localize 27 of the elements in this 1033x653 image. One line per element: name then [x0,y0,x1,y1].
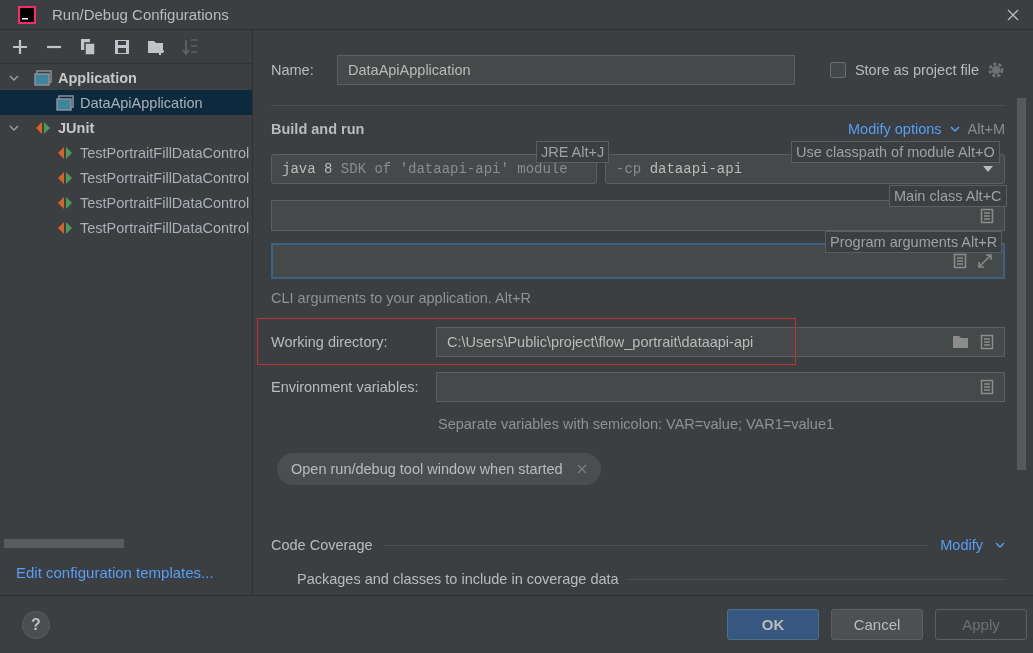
shortcut-tooltip: Main class Alt+C [889,185,1007,207]
window-title: Run/Debug Configurations [52,6,229,23]
hint-text: CLI arguments to your application. Alt+R [271,290,532,306]
jre-value: java 8 [282,161,333,177]
shortcut-tooltip: Use classpath of module Alt+O [791,141,1000,163]
hint-text: Separate variables with semicolon: VAR=value; VAR1=value1 [438,416,835,432]
chip-label: Open run/debug tool window when started [291,461,563,477]
tree-item-label: TestPortraitFillDataControl [80,219,250,236]
tree-item-label: DataApiApplication [80,94,203,111]
tree-item-label: TestPortraitFillDataControl [80,144,250,161]
working-directory-label: Working directory: [271,334,389,350]
jre-detail: SDK of 'dataapi-api' module [340,161,568,177]
environment-variables-label: Environment variables: [271,379,420,395]
tree-group-label: JUnit [58,119,95,136]
working-directory-value: C:\Users\Public\project\flow_portrait\dataapi-api [447,334,754,350]
classpath-prefix: -cp [616,161,642,177]
shortcut-tooltip: JRE Alt+J [536,141,610,163]
name-label: Name: [271,62,315,78]
shortcut-label: Alt+M [967,121,1005,137]
shortcut-tooltip: Program arguments Alt+R [825,231,1003,253]
tree-item-label: TestPortraitFillDataControl [80,169,250,186]
packages-label: Packages and classes to include in coverage data [297,571,619,587]
classpath-value: dataapi-api [649,161,743,177]
tree-group-label: Application [58,69,137,86]
section-title: Code Coverage [271,537,373,553]
tree-item-label: TestPortraitFillDataControl [80,194,250,211]
section-title: Build and run [271,121,365,137]
